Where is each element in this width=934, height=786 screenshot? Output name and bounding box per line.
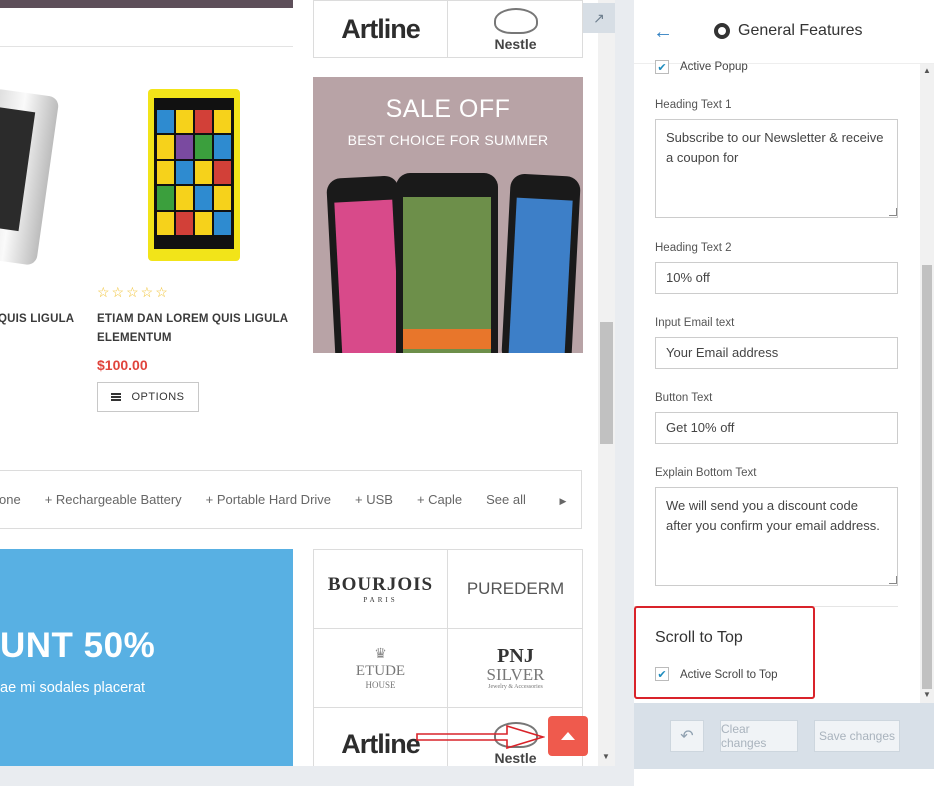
product-image-nokia[interactable] (148, 89, 240, 261)
product-image-phone[interactable] (0, 88, 60, 266)
divider (0, 46, 293, 47)
active-popup-label: Active Popup (680, 61, 748, 73)
product-title[interactable]: ETIAM DAN LOREM QUIS LIGULA ELEMENTUM (97, 310, 288, 348)
resize-handle[interactable] (889, 208, 897, 216)
panel-scroll-up-icon[interactable]: ▲ (923, 66, 931, 75)
product-title-line1[interactable]: ETIAM DAN LOREM QUIS LIGULA (97, 310, 288, 329)
sale-banner[interactable]: SALE OFF BEST CHOICE FOR SUMMER (313, 77, 583, 353)
purederm-logo: PUREDERM (466, 579, 565, 598)
sale-subheading: BEST CHOICE FOR SUMMER (347, 132, 549, 148)
panel-title-text: General Features (738, 22, 863, 39)
preview-scrollbar-thumb[interactable] (600, 322, 613, 444)
undo-icon: ↶ (680, 728, 694, 745)
explain-bottom-textarea[interactable]: We will send you a discount code after y… (655, 487, 898, 586)
options-button[interactable]: OPTIONS (97, 382, 199, 412)
heading-text-2-input[interactable]: 10% off (655, 262, 898, 294)
brand-grid-top: Artline Nestle (313, 0, 583, 58)
crown-icon: ♛ (374, 647, 387, 662)
tag-portable-hard-drive[interactable]: + Portable Hard Drive (206, 492, 331, 507)
banner-strip (0, 0, 293, 8)
rating-stars: ☆☆☆☆☆ (97, 284, 170, 300)
scroll-to-top-heading: Scroll to Top (655, 629, 743, 646)
input-email-text-label: Input Email text (655, 317, 735, 329)
tag-rechargeable-battery[interactable]: + Rechargeable Battery (45, 492, 182, 507)
discount-heading: UNT 50% (0, 626, 156, 665)
see-all-link[interactable]: See all ▶ (486, 492, 590, 507)
banner-phone-right (501, 173, 581, 353)
nest-icon (493, 7, 538, 34)
pnj-tagline: Jewelry & Accessories (488, 684, 543, 690)
annotation-arrow (416, 724, 545, 750)
button-text-input[interactable]: Get 10% off (655, 412, 898, 444)
explain-bottom-text-label: Explain Bottom Text (655, 467, 757, 479)
tag-usb[interactable]: + USB (355, 492, 393, 507)
heading-text-1-label: Heading Text 1 (655, 99, 732, 111)
brand-bourjois[interactable]: BOURJOIS PARIS (314, 550, 448, 629)
options-label: OPTIONS (131, 391, 185, 403)
banner-phone-center (396, 173, 498, 353)
product-title[interactable]: QUIS LIGULA (0, 310, 74, 329)
brand-etude[interactable]: ♛ ETUDE HOUSE (314, 629, 448, 708)
heading-text-1-textarea[interactable]: Subscribe to our Newsletter & receive a … (655, 119, 898, 218)
resize-handle[interactable] (889, 576, 897, 584)
active-scroll-to-top-label: Active Scroll to Top (680, 669, 778, 681)
input-email-text-input[interactable]: Your Email address (655, 337, 898, 369)
tag-caple[interactable]: + Caple (417, 492, 462, 507)
etude-logo: ETUDE (355, 663, 406, 679)
tag-phone[interactable]: one (0, 492, 21, 507)
tag-bar: one + Rechargeable Battery + Portable Ha… (0, 470, 582, 529)
undo-button[interactable]: ↶ (670, 720, 704, 752)
active-popup-checkbox[interactable]: ✔ (655, 60, 669, 74)
active-scroll-to-top-checkbox[interactable]: ✔ (655, 667, 669, 681)
expand-icon[interactable]: ↗ (583, 3, 615, 33)
panel-title: General Features (714, 22, 863, 40)
pnj-logo: PNJ (497, 645, 534, 667)
scroll-down-icon[interactable]: ▼ (602, 752, 610, 761)
brand-pnj[interactable]: PNJ SILVER Jewelry & Accessories (448, 629, 583, 708)
bourjois-sub: PARIS (363, 596, 398, 604)
heading-text-2-label: Heading Text 2 (655, 242, 732, 254)
product-price: $100.00 (97, 357, 148, 373)
brand-nestle[interactable]: Nestle (448, 1, 583, 58)
back-arrow-icon[interactable]: ← (653, 21, 673, 44)
panel-scrollbar-thumb[interactable] (922, 265, 932, 689)
gear-icon (714, 23, 730, 39)
highlight-box (634, 606, 815, 699)
preview-frame: Artline Nestle QUIS LIGULA ☆☆☆☆☆ ETIAM D… (0, 0, 598, 766)
caret-right-icon: ▶ (559, 496, 567, 506)
arrow-up-icon (561, 732, 575, 740)
panel-footer: ↶ Clear changes Save changes (634, 703, 934, 769)
brand-artline[interactable]: Artline (314, 1, 448, 58)
artline-logo: Artline (341, 14, 421, 44)
pnj-sub: SILVER (486, 665, 545, 684)
save-changes-button[interactable]: Save changes (814, 720, 900, 752)
etude-sub: HOUSE (365, 680, 396, 690)
discount-banner[interactable]: UNT 50% ae mi sodales placerat (0, 549, 293, 766)
discount-subtext: ae mi sodales placerat (0, 680, 146, 696)
nestle-logo: Nestle (494, 35, 537, 52)
scroll-to-top-button[interactable] (548, 716, 588, 756)
panel-header: ← General Features (634, 0, 934, 64)
sale-heading: SALE OFF (385, 95, 511, 123)
see-all-label: See all (486, 492, 526, 507)
product-title-line2[interactable]: ELEMENTUM (97, 329, 288, 348)
customizer-panel: ← General Features ✔ Active Popup Headin… (634, 0, 934, 786)
artline-logo: Artline (341, 728, 421, 759)
clear-changes-button[interactable]: Clear changes (720, 720, 798, 752)
panel-scroll-down-icon[interactable]: ▼ (923, 690, 931, 699)
menu-icon (111, 393, 122, 401)
bourjois-logo: BOURJOIS (327, 574, 434, 595)
brand-purederm[interactable]: PUREDERM (448, 550, 583, 629)
button-text-label: Button Text (655, 392, 713, 404)
